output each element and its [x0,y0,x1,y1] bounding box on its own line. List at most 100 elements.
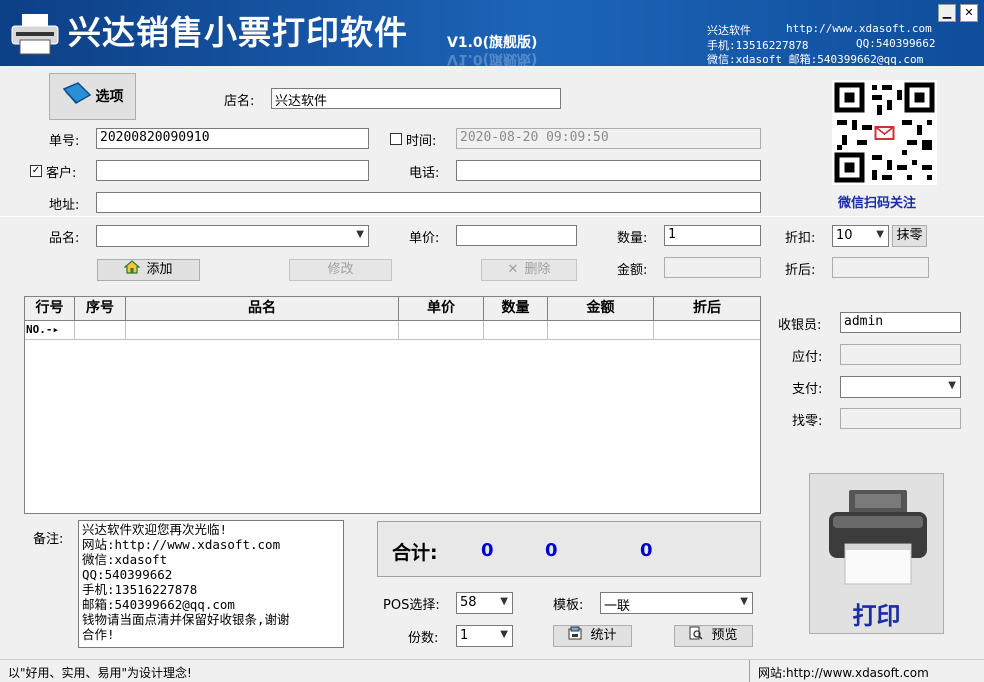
header-info-wechat-email: 微信:xdasoft 邮箱:540399662@qq.com [707,53,924,66]
status-slogan: 以"好用、实用、易用"为设计理念! [8,666,192,680]
customer-checkbox[interactable]: ✓ [30,165,42,177]
close-button[interactable]: ✕ [960,4,978,22]
copies-label: 份数: [408,631,439,646]
cashier-label: 收银员: [778,318,822,333]
print-button-label: 打印 [852,602,901,630]
options-button[interactable]: 选项 [49,73,136,120]
column-header[interactable]: 折后 [654,297,760,320]
chevron-down-icon: ▼ [948,380,956,391]
customer-label: 客户: [46,166,77,181]
column-header[interactable]: 金额 [548,297,654,320]
time-label: 时间: [406,134,437,149]
time-checkbox[interactable] [390,133,402,145]
round-off-button[interactable]: 抹零 [892,225,927,247]
delete-button-label: 删除 [524,262,551,277]
item-name-select[interactable]: ▼ [96,225,369,247]
stats-icon [568,626,582,647]
totals-panel: 合计: 0 0 0 [377,521,761,577]
phone-input[interactable] [456,160,761,181]
notes-line: 兴达软件欢迎您再次光临! [82,522,228,537]
price-input[interactable] [456,225,577,246]
grid-header: 行号 序号 品名 单价 数量 金额 折后 [25,297,760,321]
notes-line: 手机:13516227878 [82,582,198,597]
add-button[interactable]: 添加 [97,259,200,281]
printer-logo-icon [10,12,60,56]
notes-textarea[interactable]: 兴达软件欢迎您再次光临! 网站:http://www.xdasoft.com 微… [78,520,344,648]
column-header[interactable]: 行号 [25,297,75,320]
shop-name-input[interactable]: 兴达软件 [271,88,561,109]
customer-input[interactable] [96,160,369,181]
header-info-label-1: 兴达软件 [707,24,751,37]
delete-button[interactable]: ✕ 删除 [481,259,577,281]
preview-button-label: 预览 [711,628,738,643]
stats-button[interactable]: 统计 [553,625,632,647]
table-cell[interactable] [484,321,548,339]
template-value: 一联 [604,599,631,614]
address-label: 地址: [49,198,80,213]
paid-select[interactable]: ▼ [840,376,961,398]
table-cell[interactable] [654,321,760,339]
order-label: 单号: [49,134,80,149]
chevron-down-icon: ▼ [876,229,884,240]
total-quantity: 0 [481,540,494,561]
chevron-down-icon: ▼ [356,229,364,240]
header-info-qq: QQ:540399662 [856,37,936,50]
items-grid[interactable]: 行号 序号 品名 单价 数量 金额 折后 NO.-▸ [24,296,761,514]
copies-value: 1 [460,628,469,643]
app-title: 兴达销售小票打印软件 [68,13,408,52]
total-amount: 0 [545,540,558,561]
header-info-website: http://www.xdasoft.com [786,22,932,35]
address-input[interactable] [96,192,761,213]
printer-icon [825,486,931,592]
notes-label: 备注: [33,532,64,547]
notes-line: 邮箱:540399662@qq.com [82,597,235,612]
status-website: 网站:http://www.xdasoft.com [758,666,929,680]
cashier-input[interactable]: admin [840,312,961,333]
phone-label: 电话: [409,166,440,181]
print-button[interactable]: 打印 [809,473,944,634]
pos-label: POS选择: [383,598,440,613]
qty-input[interactable]: 1 [664,225,761,246]
notes-line: 网站:http://www.xdasoft.com [82,537,281,552]
edit-button[interactable]: 修改 [289,259,392,281]
delete-icon: ✕ [507,262,519,277]
column-header[interactable]: 序号 [75,297,126,320]
order-number-input[interactable]: 20200820090910 [96,128,369,149]
qr-caption: 微信扫码关注 [838,196,917,211]
item-name-label: 品名: [49,231,80,246]
discount-label: 折扣: [785,231,816,246]
section-divider [0,216,984,217]
app-version-reflection: V1.0(旗舰版) [447,51,538,67]
preview-button[interactable]: 预览 [674,625,753,647]
column-header[interactable]: 单价 [399,297,484,320]
pos-select[interactable]: 58 ▼ [456,592,513,614]
amount-label: 金额: [617,263,648,278]
column-header[interactable]: 数量 [484,297,548,320]
qty-label: 数量: [617,231,648,246]
copies-select[interactable]: 1 ▼ [456,625,513,647]
app-version: V1.0(旗舰版) [447,35,538,51]
due-display [840,344,961,365]
table-cell[interactable] [126,321,399,339]
status-bar: 以"好用、实用、易用"为设计理念! 网站:http://www.xdasoft.… [0,659,984,682]
discount-select[interactable]: 10 ▼ [832,225,889,247]
paid-label: 支付: [792,382,823,397]
due-label: 应付: [792,350,823,365]
price-label: 单价: [409,231,440,246]
total-after-discount: 0 [640,540,653,561]
template-select[interactable]: 一联 ▼ [600,592,753,614]
table-cell[interactable] [548,321,654,339]
minimize-button[interactable]: ▁ [938,4,956,22]
table-cell[interactable] [399,321,484,339]
column-header[interactable]: 品名 [126,297,399,320]
discount-value: 10 [836,228,853,243]
row-marker: NO.-▸ [25,321,75,339]
chevron-down-icon: ▼ [740,596,748,607]
table-cell[interactable] [75,321,126,339]
shop-label: 店名: [224,94,255,109]
chevron-down-icon: ▼ [500,629,508,640]
change-label: 找零: [792,414,823,429]
totals-label: 合计: [392,542,438,564]
time-input[interactable]: 2020-08-20 09:09:50 [456,128,761,149]
table-row[interactable]: NO.-▸ [25,321,760,340]
